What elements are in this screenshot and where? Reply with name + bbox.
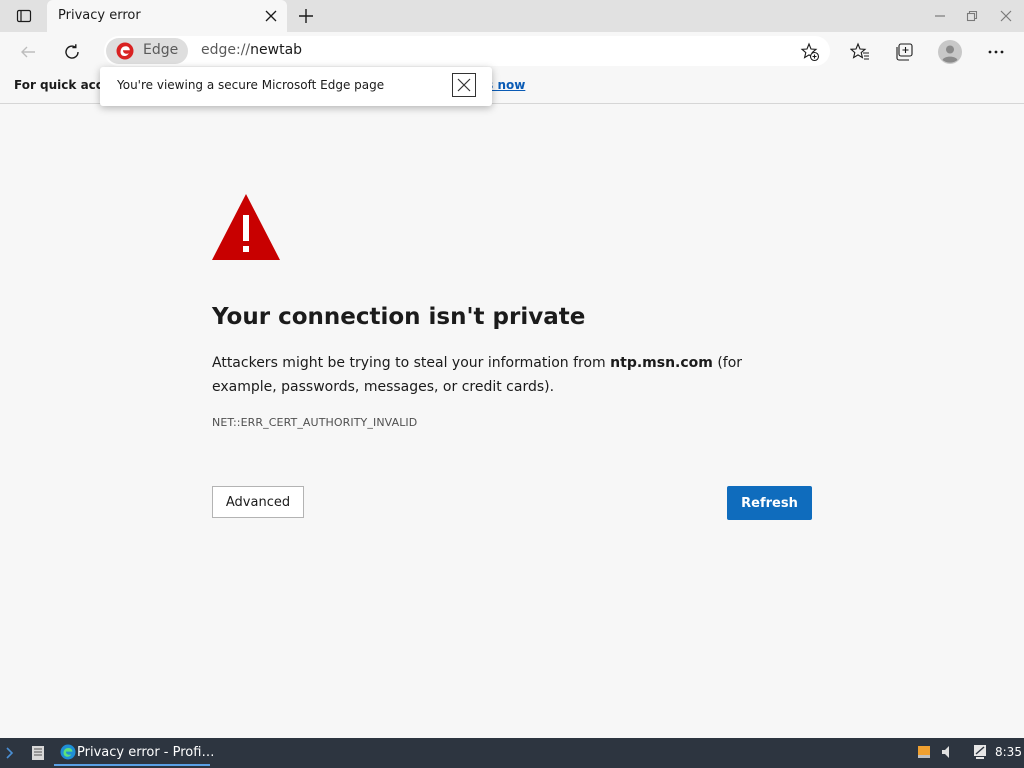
edge-logo-icon bbox=[116, 42, 134, 60]
close-icon[interactable] bbox=[261, 6, 281, 26]
collections-icon[interactable] bbox=[893, 41, 915, 63]
file-manager-icon[interactable] bbox=[30, 745, 46, 761]
profile-icon[interactable] bbox=[936, 38, 964, 66]
taskbar: Privacy error - Profi… bbox=[0, 738, 1024, 768]
description-host: ntp.msn.com bbox=[610, 355, 713, 371]
reload-icon[interactable] bbox=[60, 40, 84, 64]
taskbar-window-button[interactable]: Privacy error - Profi… bbox=[54, 740, 214, 766]
page-title: Your connection isn't private bbox=[212, 304, 586, 330]
description-text: Attackers might be trying to steal your … bbox=[212, 355, 611, 371]
favorites-bar-text: For quick acce bbox=[14, 78, 112, 92]
taskbar-clock: 8:35 bbox=[995, 745, 1022, 759]
error-description: Attackers might be trying to steal your … bbox=[212, 351, 772, 399]
refresh-button[interactable]: Refresh bbox=[727, 486, 812, 520]
back-arrow-icon[interactable] bbox=[16, 40, 40, 64]
close-icon[interactable] bbox=[452, 73, 476, 97]
address-bar[interactable]: Edge edge://newtab bbox=[104, 36, 830, 66]
restore-icon[interactable] bbox=[962, 6, 982, 26]
edge-badge-label: Edge bbox=[143, 42, 179, 58]
secure-page-popup: You're viewing a secure Microsoft Edge p… bbox=[100, 67, 492, 106]
popup-message: You're viewing a secure Microsoft Edge p… bbox=[117, 78, 385, 92]
tab-actions-icon[interactable] bbox=[6, 4, 42, 28]
taskbar-window-label: Privacy error - Profi… bbox=[77, 745, 215, 760]
url-text[interactable]: edge://newtab bbox=[201, 42, 302, 58]
window-close-icon[interactable] bbox=[996, 6, 1016, 26]
volume-icon[interactable] bbox=[941, 745, 953, 759]
tab-title: Privacy error bbox=[58, 8, 141, 23]
url-host: newtab bbox=[250, 42, 303, 58]
tab-privacy-error[interactable]: Privacy error bbox=[47, 0, 287, 32]
advanced-button[interactable]: Advanced bbox=[212, 486, 304, 518]
warning-triangle-icon bbox=[212, 194, 280, 260]
error-code: NET::ERR_CERT_AUTHORITY_INVALID bbox=[212, 416, 418, 429]
favorites-icon[interactable] bbox=[849, 41, 871, 63]
start-menu-icon[interactable] bbox=[4, 746, 18, 760]
minimize-icon[interactable] bbox=[930, 6, 950, 26]
tab-strip: Privacy error bbox=[0, 0, 1024, 32]
star-plus-icon[interactable] bbox=[800, 42, 820, 62]
url-scheme: edge:// bbox=[201, 42, 251, 58]
more-icon[interactable] bbox=[985, 41, 1007, 63]
network-icon[interactable] bbox=[973, 744, 987, 760]
plus-icon[interactable] bbox=[294, 4, 318, 28]
edge-page-badge[interactable]: Edge bbox=[106, 38, 188, 64]
browser-toolbar: Edge edge://newtab bbox=[0, 32, 1024, 70]
edge-browser-icon bbox=[60, 744, 76, 760]
tray-app-icon[interactable] bbox=[917, 744, 931, 760]
